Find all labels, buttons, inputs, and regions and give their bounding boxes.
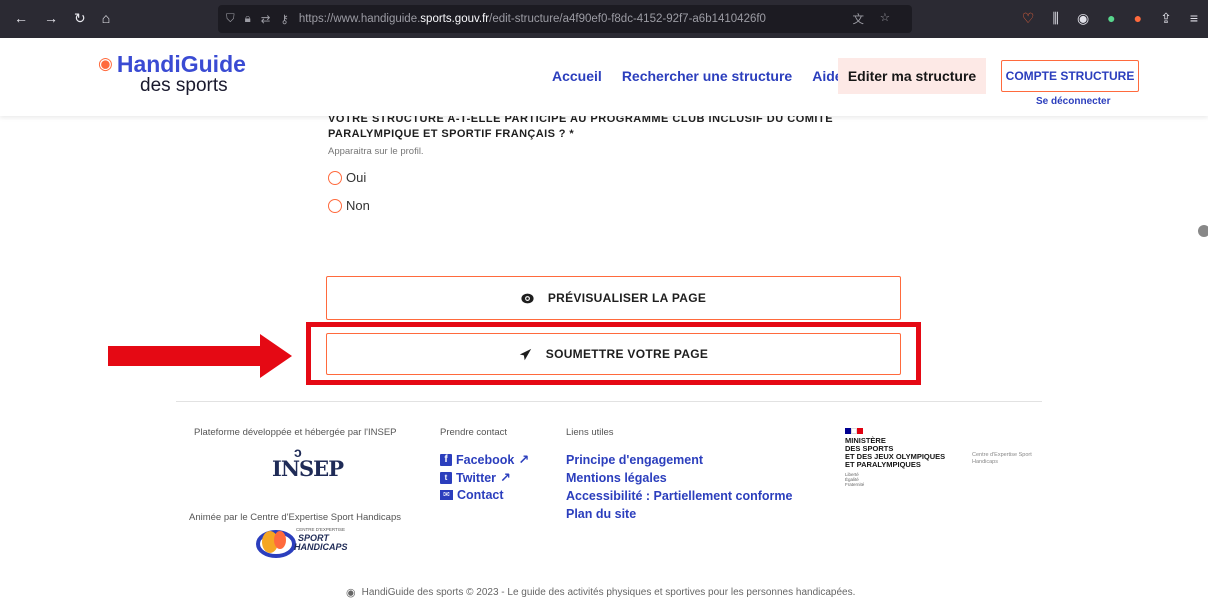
footer-copyright: ◉ HandiGuide des sports © 2023 - Le guid…: [346, 586, 855, 599]
facebook-icon: f: [440, 454, 452, 466]
insep-logo[interactable]: ↄ INSEP: [272, 444, 344, 488]
ministry-motto-line: Fraternité: [845, 482, 865, 487]
footer-contact-title: Prendre contact: [440, 427, 508, 438]
facebook-label: Facebook: [456, 453, 515, 467]
external-link-icon: ↗: [518, 452, 530, 467]
twitter-link[interactable]: t Twitter ↗: [440, 470, 511, 486]
preview-button-label: PRÉVISUALISER LA PAGE: [547, 291, 707, 305]
copyright-text: HandiGuide des sports © 2023 - Le guide …: [361, 587, 856, 598]
key-icon[interactable]: ⚷: [280, 12, 288, 26]
ministry-side-text: Centre d'Expertise Sport Handicaps: [972, 452, 1032, 465]
radio-label-oui: Oui: [346, 170, 367, 185]
nav-rechercher[interactable]: Rechercher une structure: [622, 68, 792, 84]
translate-icon[interactable]: 文: [853, 11, 865, 27]
ear-logo-icon: ◉: [346, 587, 356, 599]
logout-link[interactable]: Se déconnecter: [1036, 96, 1110, 107]
account-button[interactable]: COMPTE STRUCTURE: [1001, 60, 1139, 92]
twitter-label: Twitter: [456, 471, 497, 485]
browser-extensions: ♡ ⫼ ◉ ● ● ⇪ ≡: [1022, 10, 1198, 27]
external-link-icon: ↗: [500, 470, 511, 485]
question-label-partial: VOTRE STRUCTURE A-T-ELLE PARTICIPÉ AU PR…: [328, 116, 834, 125]
forward-icon[interactable]: →: [44, 10, 58, 27]
extension-green-icon[interactable]: ●: [1107, 10, 1115, 27]
nav-editer-structure[interactable]: Editer ma structure: [838, 58, 986, 94]
bookmark-star-icon[interactable]: ☆: [880, 10, 890, 24]
permissions-icon[interactable]: ⇄: [261, 12, 271, 26]
scroll-indicator[interactable]: [1198, 225, 1208, 237]
menu-icon[interactable]: ≡: [1190, 10, 1198, 27]
nav-accueil[interactable]: Accueil: [552, 68, 602, 84]
browser-toolbar: ← → ↻ ⌂ ⛉ 🔒︎ ⇄ ⚷ https://www.handiguide.…: [0, 0, 1208, 38]
question-label: PARALYMPIQUE ET SPORTIF FRANÇAIS ? *: [328, 128, 575, 140]
radio-non[interactable]: Non: [328, 198, 370, 213]
ministry-line: ET PARALYMPIQUES: [845, 460, 921, 469]
share-icon[interactable]: ⇪: [1160, 10, 1172, 27]
twitter-icon: t: [440, 472, 452, 484]
csh-logo[interactable]: CENTRE D'EXPERTISE SPORT HANDICAPS: [256, 525, 366, 565]
french-flag-icon: [845, 428, 965, 434]
insep-logo-text: INSEP: [272, 456, 344, 481]
shield-icon[interactable]: ⛉: [226, 13, 235, 26]
radio-circle[interactable]: [328, 198, 342, 213]
envelope-icon: ✉: [440, 490, 453, 500]
logo-title: HandiGuide: [116, 51, 246, 77]
home-icon[interactable]: ⌂: [102, 10, 110, 27]
link-accessibilite[interactable]: Accessibilité : Partiellement conforme: [566, 489, 792, 503]
radio-oui[interactable]: Oui: [328, 170, 366, 185]
footer-developed-by: Plateforme développée et hébergée par l'…: [194, 427, 397, 438]
preview-button[interactable]: PRÉVISUALISER LA PAGE: [326, 276, 901, 320]
reload-icon[interactable]: ↻: [74, 10, 86, 27]
link-principe-engagement[interactable]: Principe d'engagement: [566, 453, 703, 467]
footer-animated-by: Animée par le Centre d'Expertise Sport H…: [189, 512, 401, 523]
site-logo[interactable]: ◉ HandiGuide des sports: [98, 52, 246, 96]
csh-swoosh-icon: [256, 530, 296, 558]
back-icon[interactable]: ←: [14, 10, 28, 27]
browser-nav: ← → ↻ ⌂: [14, 10, 110, 27]
account-icon[interactable]: ◉: [1077, 10, 1089, 27]
highlight-annotation-box: [306, 322, 921, 385]
footer-divider: [176, 401, 1042, 402]
contact-label: Contact: [457, 488, 504, 502]
radio-label-non: Non: [346, 198, 370, 213]
ministry-logo[interactable]: MINISTÈRE DES SPORTS ET DES JEUX OLYMPIQ…: [845, 428, 965, 488]
site-header: ◉ HandiGuide des sports Accueil Recherche…: [0, 38, 1208, 116]
facebook-link[interactable]: f Facebook ↗: [440, 452, 529, 468]
url-text: https://www.handiguide.sports.gouv.fr/ed…: [298, 13, 766, 25]
arrow-right-icon: [108, 334, 292, 378]
eye-icon: [521, 293, 534, 303]
main-nav: Accueil Rechercher une structure Aide: [552, 68, 843, 84]
url-bar[interactable]: ⛉ 🔒︎ ⇄ ⚷ https://www.handiguide.sports.g…: [218, 5, 912, 33]
csh-logo-small-text: CENTRE D'EXPERTISE: [296, 527, 346, 532]
pocket-icon[interactable]: ♡: [1022, 10, 1035, 27]
question-hint: Apparaitra sur le profil.: [328, 146, 424, 157]
ear-logo-icon: ◉: [98, 54, 113, 73]
lock-icon[interactable]: 🔒︎: [245, 13, 251, 26]
radio-circle[interactable]: [328, 170, 342, 185]
logo-subtitle: des sports: [140, 75, 228, 96]
extension-orange-icon[interactable]: ●: [1134, 10, 1142, 27]
contact-link[interactable]: ✉ Contact: [440, 488, 504, 502]
link-mentions-legales[interactable]: Mentions légales: [566, 471, 667, 485]
footer-links-title: Liens utiles: [566, 427, 614, 438]
library-icon[interactable]: ⫼: [1052, 10, 1058, 27]
link-plan-du-site[interactable]: Plan du site: [566, 507, 636, 521]
csh-logo-line2: HANDICAPS: [294, 542, 348, 552]
